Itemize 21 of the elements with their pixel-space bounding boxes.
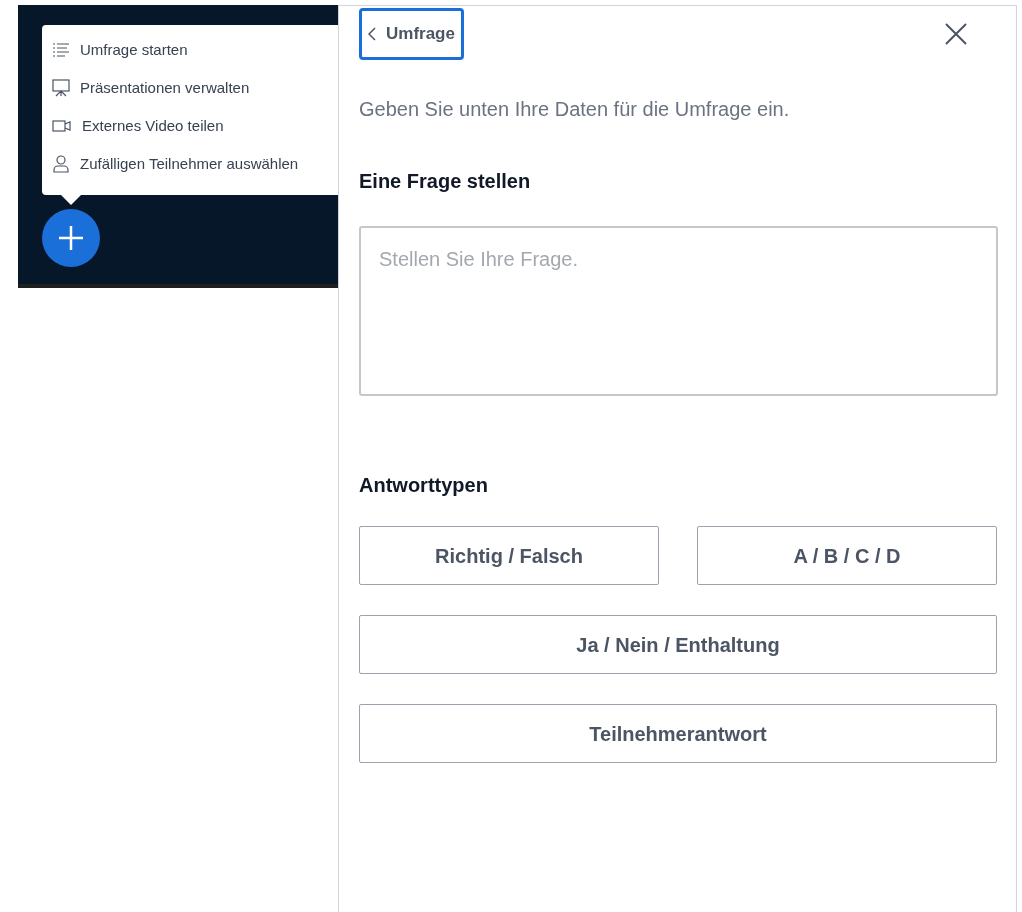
- description-text: Geben Sie unten Ihre Daten für die Umfrage ein.: [359, 97, 791, 122]
- answer-type-button[interactable]: A / B / C / D: [697, 526, 997, 585]
- answer-type-button[interactable]: Richtig / Falsch: [359, 526, 659, 585]
- question-field[interactable]: Stellen Sie Ihre Frage.: [359, 226, 998, 396]
- plus-icon: [58, 225, 84, 251]
- user-icon: [52, 155, 70, 173]
- close-icon[interactable]: [944, 22, 968, 46]
- question-heading: Eine Frage stellen: [359, 169, 532, 194]
- back-button[interactable]: Umfrage: [359, 8, 464, 60]
- menu-item[interactable]: Umfrage starten: [52, 31, 338, 69]
- presentation-icon: [52, 79, 70, 97]
- answer-type-button[interactable]: Teilnehmerantwort: [359, 704, 997, 763]
- menu-item[interactable]: Präsentationen verwalten: [52, 69, 338, 107]
- add-button[interactable]: [42, 209, 100, 267]
- answer-types-heading: Antworttypen: [359, 473, 489, 498]
- menu-item[interactable]: Zufälligen Teilnehmer auswählen: [52, 145, 338, 183]
- list-icon: [52, 42, 70, 58]
- chevron-left-icon: [368, 27, 376, 41]
- video-camera-icon: [52, 119, 72, 133]
- menu-item[interactable]: Externes Video teilen: [52, 107, 338, 145]
- answer-type-button[interactable]: Ja / Nein / Enthaltung: [359, 615, 997, 674]
